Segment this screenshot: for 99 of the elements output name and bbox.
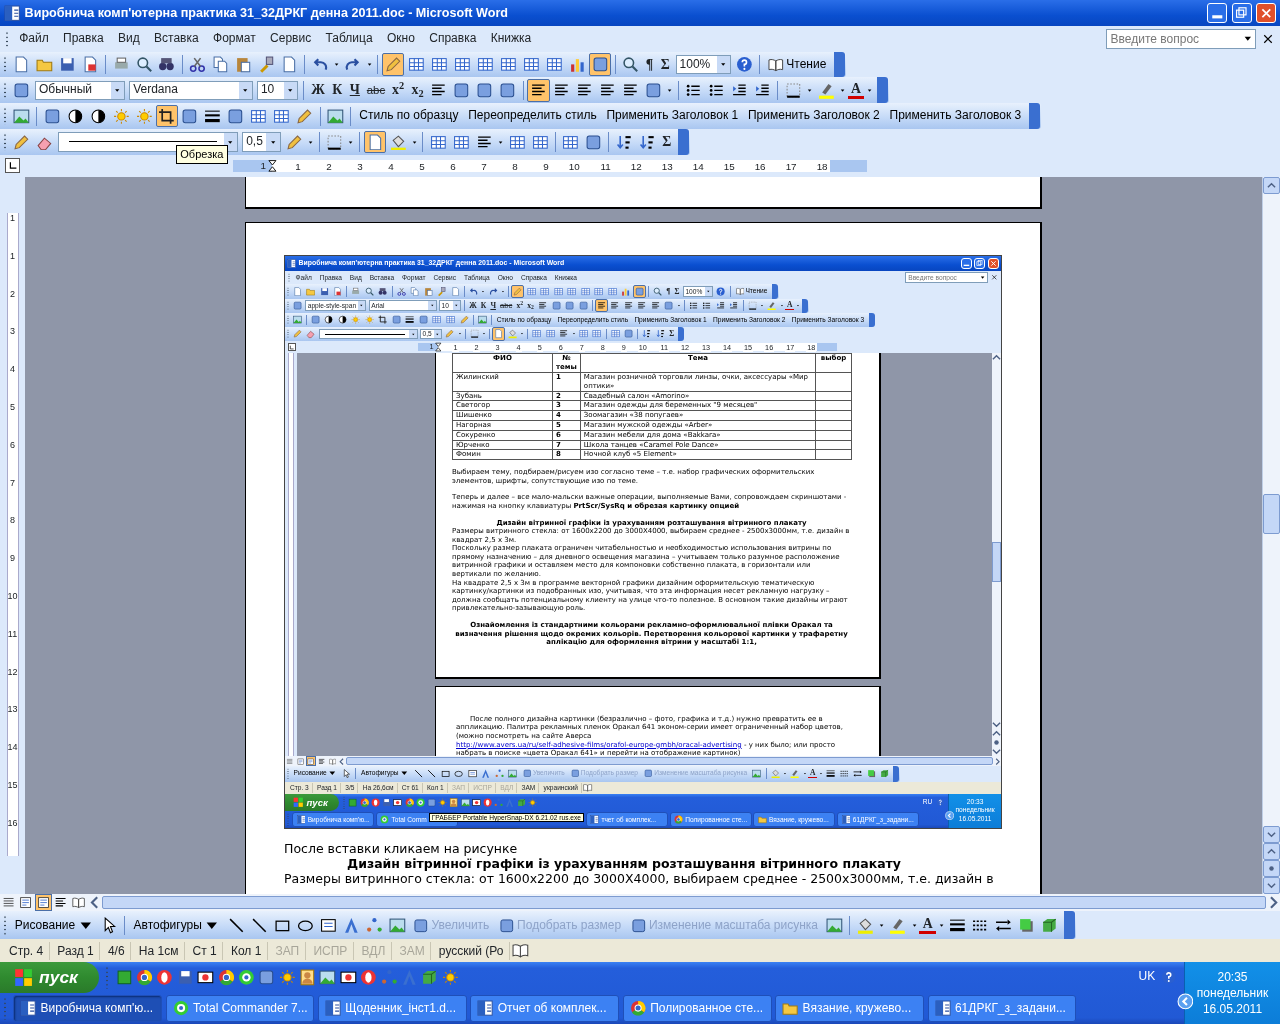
menu-item[interactable]: Окно xyxy=(379,32,423,46)
font-color-button[interactable]: A xyxy=(847,81,865,99)
heading: Дизайн вітринної графіки із урахуванням розташування вітринного плакату xyxy=(346,856,902,871)
ruler-number: 14 xyxy=(691,161,706,173)
help-search-field[interactable]: Введите вопрос xyxy=(1106,29,1256,49)
ruler-number: 6 xyxy=(6,439,19,478)
ruler-number: 10 xyxy=(6,591,19,629)
ruler-number: 16 xyxy=(753,161,768,173)
menu-item[interactable]: Таблица xyxy=(318,32,380,46)
taskbar-button[interactable]: Полированное сте... xyxy=(622,995,772,1022)
font-size-dropdown[interactable]: 10 xyxy=(256,80,298,100)
ruler-number: 2 xyxy=(6,288,19,327)
redefine-style-button[interactable]: Переопределить стиль xyxy=(463,107,602,125)
ruler-number: 12 xyxy=(629,161,644,173)
taskbar-button[interactable]: Виробнича комп'ю... xyxy=(13,995,162,1022)
ruler-number: 17 xyxy=(784,161,799,173)
italic-button[interactable]: К xyxy=(328,83,346,98)
status-text: Стр. 4 xyxy=(3,941,50,960)
autoshapes-menu[interactable]: Автофигуры xyxy=(128,916,225,935)
ruler-number: 1 xyxy=(260,160,266,172)
taskbar-button[interactable]: Щоденник_інст1.d... xyxy=(317,995,467,1022)
ruler-number: 8 xyxy=(510,161,520,173)
ruler-number: 8 xyxy=(6,515,19,554)
ruler-number: 2 xyxy=(324,161,334,173)
ruler-number: 7 xyxy=(6,477,19,516)
menu-item[interactable]: Формат xyxy=(205,32,263,46)
ruler-number: 9 xyxy=(6,553,19,591)
status-text: ИСПР xyxy=(308,941,354,960)
menu-item[interactable]: Книжка xyxy=(483,32,539,46)
clock-day: понедельник xyxy=(1196,984,1269,1001)
menu-item[interactable]: Вставка xyxy=(146,32,206,46)
ruler-number: 11 xyxy=(6,628,19,667)
ruler-number: 15 xyxy=(722,161,737,173)
clock-time[interactable]: 20:35 xyxy=(1217,968,1248,985)
ruler-number: 14 xyxy=(6,742,19,780)
status-text: 4/6 xyxy=(102,941,131,960)
window-title: Виробнича комп'ютерна практика 31_32ДРКГ денна 2011.doc - Microsoft Word xyxy=(24,6,509,21)
status-text: Разд 1 xyxy=(51,941,101,960)
ruler-number: 3 xyxy=(355,161,365,173)
status-text: ЗАП xyxy=(270,941,306,960)
menu-item[interactable]: Файл xyxy=(12,32,56,46)
ruler-number: 1 xyxy=(6,213,19,251)
ruler-number: 16 xyxy=(6,817,19,856)
taskbar-button[interactable]: 61ДРКГ_з_задани... xyxy=(927,995,1077,1022)
ruler-number: 18 xyxy=(815,161,830,173)
format-painter-button[interactable]: Стиль по образцу xyxy=(354,107,464,125)
status-text: ЗАМ xyxy=(394,941,432,960)
ruler-number: 3 xyxy=(6,326,19,365)
clock-date: 16.05.2011 xyxy=(1202,1000,1263,1018)
reading-button[interactable]: Чтение xyxy=(763,55,831,74)
language-indicator[interactable]: UK xyxy=(1138,970,1156,985)
taskbar-button[interactable]: Вязание, кружево... xyxy=(775,995,924,1022)
menu-item[interactable]: Справка xyxy=(422,32,484,46)
heading-2-button[interactable]: Применить Заголовок 2 xyxy=(743,107,885,125)
menu-item[interactable]: Сервис xyxy=(262,32,319,46)
font-color-button[interactable]: A xyxy=(919,916,937,934)
strikethrough-button[interactable]: abc xyxy=(363,84,388,97)
start-button[interactable]: пуск xyxy=(0,961,99,993)
bold-button[interactable]: Ж xyxy=(307,83,329,98)
status-text: Ст 1 xyxy=(187,941,224,960)
menu-item[interactable]: Правка xyxy=(55,32,111,46)
zoom-dropdown[interactable]: 100% xyxy=(675,54,731,75)
ruler-number: 4 xyxy=(386,161,396,173)
ruler-number: 5 xyxy=(417,161,427,173)
ruler-number: 5 xyxy=(6,402,19,440)
heading-1-button[interactable]: Применить Заголовок 1 xyxy=(601,107,743,125)
tooltip: Обрезка xyxy=(176,145,228,164)
font-dropdown[interactable]: Verdana xyxy=(129,80,253,100)
taskbar-button[interactable]: Total Commander 7... xyxy=(165,995,315,1022)
pilcrow-button[interactable]: ¶ xyxy=(642,57,657,72)
ruler-number: 13 xyxy=(660,161,675,173)
status-text: На 1см xyxy=(133,941,185,960)
ruler-number: 1 xyxy=(293,161,303,173)
ruler-number: 15 xyxy=(6,779,19,818)
status-text: русский (Ро xyxy=(433,941,510,960)
sum-button[interactable]: Σ xyxy=(657,57,674,72)
ruler-number: 11 xyxy=(599,161,613,173)
style-dropdown[interactable]: Обычный xyxy=(34,80,125,100)
paragraph: После вставки кликаем на рисунке xyxy=(284,841,519,856)
status-text: Кол 1 xyxy=(225,941,268,960)
menu-item[interactable]: Вид xyxy=(110,32,147,46)
ruler-number: 9 xyxy=(541,161,551,173)
subscript-button[interactable]: x$_{2}$ xyxy=(408,83,428,98)
heading-3-button[interactable]: Применить Заголовок 3 xyxy=(884,107,1026,125)
ruler-number: 13 xyxy=(6,704,19,743)
ruler-number: 4 xyxy=(6,364,19,402)
underline-button[interactable]: Ч xyxy=(346,83,364,98)
ruler-number: 1 xyxy=(6,250,19,289)
ruler-number: 12 xyxy=(6,666,19,705)
superscript-button[interactable]: x$^{2}$ xyxy=(388,83,408,98)
ruler-number: 7 xyxy=(479,161,489,173)
ruler-number: 10 xyxy=(567,161,582,173)
sum-button[interactable]: Σ xyxy=(658,135,675,149)
status-text: ВДЛ xyxy=(356,941,392,960)
drawing-menu[interactable]: Рисование xyxy=(10,916,98,935)
paragraph: Размеры витринного стекла: от 1600х2200 до 3000Х4000, выбираем среднее - 2500х3000мм, т.е. дизайн в xyxy=(284,871,995,886)
line-weight-dropdown[interactable]: 0,5 xyxy=(242,132,281,152)
ruler-number: 6 xyxy=(448,161,458,173)
taskbar-button[interactable]: Отчет об комплек... xyxy=(470,995,620,1022)
